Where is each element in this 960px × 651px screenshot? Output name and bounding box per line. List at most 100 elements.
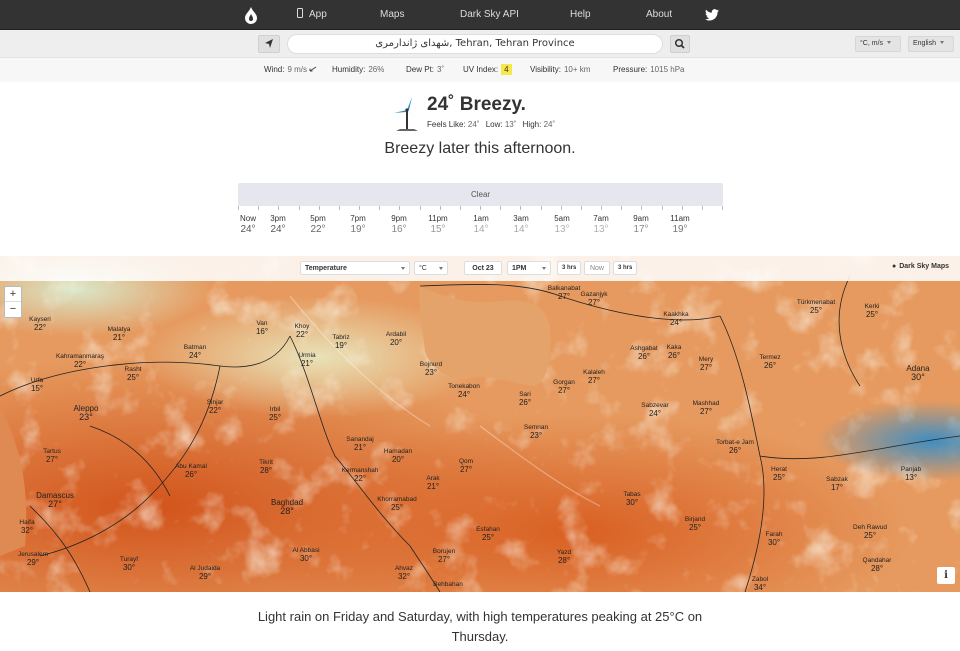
nav-app[interactable]: App [297, 0, 327, 30]
map-city-label: Tonekabon 24° [448, 383, 480, 399]
stat-wind: Wind: 9 m/s [264, 58, 317, 82]
city-temp: 16° [255, 327, 269, 336]
city-temp: 27° [699, 407, 713, 416]
timeline-tick [339, 206, 340, 210]
map-city-label: Behbahan [433, 581, 463, 589]
hour-temp: 13° [554, 224, 570, 235]
map-city-label: Tikrit 28° [259, 459, 273, 475]
map-city-label: Irbil 25° [269, 406, 281, 422]
map-city-label: Ashgabat 26° [630, 345, 657, 361]
wind-turbine-icon [394, 97, 418, 131]
hour-label: 1am [473, 214, 489, 223]
search-bar: شهدای ژاندارمری, Tehran, Tehran Province… [0, 30, 960, 58]
timeline-tick [258, 206, 259, 210]
search-button[interactable] [670, 35, 690, 53]
stat-label: UV Index: [463, 65, 499, 74]
map-city-label: Malatya 21° [108, 326, 131, 342]
map-time-label: 1PM [512, 265, 527, 272]
map-city-label: Sabzak 17° [826, 476, 848, 492]
phone-icon [297, 8, 303, 18]
map-city-label: Sabzevar 24° [641, 402, 668, 418]
map-back-3hrs-button[interactable]: 3 hrs [557, 261, 581, 275]
stat-label: Dew Pt: [406, 65, 435, 74]
map-layer-select[interactable]: Temperature [300, 261, 410, 275]
nav-about[interactable]: About [646, 0, 672, 30]
chevron-down-icon [401, 267, 405, 270]
stat-value: 3˚ [437, 65, 445, 74]
timeline-tick [299, 206, 300, 210]
map-city-label: Turayf 30° [120, 556, 138, 572]
temperature-map[interactable]: Temperature °C Oct 23 1PM 3 hrs Now 3 hr… [0, 256, 960, 592]
uv-badge: 4 [501, 64, 512, 75]
map-unit-label: °C [419, 265, 427, 272]
map-time-select[interactable]: 1PM [507, 261, 551, 275]
timeline-tick [682, 206, 683, 210]
current-location-button[interactable] [258, 35, 280, 53]
hour-label: Now [239, 214, 256, 223]
stat-humidity: Humidity: 26% [332, 58, 384, 82]
dark-sky-logo-icon[interactable] [244, 6, 258, 24]
stat-label: Wind: [264, 65, 285, 74]
map-info-button[interactable]: i [937, 567, 955, 584]
stat-pressure: Pressure: 1015 hPa [613, 58, 685, 82]
nav-dark-sky-api[interactable]: Dark Sky API [460, 0, 519, 30]
hour-label: 11pm [428, 214, 448, 223]
map-city-label: Arak 21° [426, 475, 439, 491]
city-temp: 19° [334, 341, 348, 350]
map-city-label: Gorgan 27° [553, 379, 575, 395]
map-date-select[interactable]: Oct 23 [464, 261, 502, 275]
dark-sky-maps-link[interactable]: ● Dark Sky Maps [892, 263, 949, 270]
low-value: 13˚ [504, 120, 517, 129]
city-temp: 25° [481, 533, 495, 542]
city-temp: 29° [198, 572, 212, 581]
city-temp: 28° [870, 564, 884, 573]
map-city-label: Sari 26° [519, 391, 531, 407]
city-temp: 26° [637, 352, 651, 361]
hour-forecast: 5am 13° [548, 214, 576, 235]
hour-forecast: 1am 14° [467, 214, 495, 235]
zoom-out-button[interactable]: − [5, 302, 21, 317]
twitter-icon[interactable] [705, 8, 719, 22]
timeline-tick [460, 206, 461, 210]
map-city-label: Yazd 28° [557, 549, 571, 565]
city-temp: 21° [353, 443, 367, 452]
city-name: Behbahan [433, 581, 463, 588]
zoom-in-button[interactable]: + [5, 287, 21, 302]
city-temp: 22° [295, 330, 309, 339]
map-city-label: Deh Rawud 25° [853, 524, 887, 540]
timeline-ticks [238, 206, 723, 212]
location-search-input[interactable]: شهدای ژاندارمری, Tehran, Tehran Province [287, 34, 663, 54]
map-city-label: Ardabil 20° [386, 331, 406, 347]
city-temp: 27° [587, 376, 601, 385]
map-city-label: Bojnurd 23° [420, 361, 442, 377]
map-now-button[interactable]: Now [584, 261, 610, 275]
hourly-timeline-bar[interactable]: Clear [238, 183, 723, 206]
hourly-temps: Now 24° 3pm 24° 5pm 22° 7pm 19° 9pm 16° 11pm 15° 1am… [0, 214, 960, 244]
map-city-label: Qandahar 28° [863, 557, 892, 573]
language-select[interactable]: English [908, 36, 954, 52]
nav-help[interactable]: Help [570, 0, 591, 30]
nav-maps[interactable]: Maps [380, 0, 404, 30]
map-city-label: Khorramabad 25° [377, 496, 416, 512]
timeline-tick [601, 206, 602, 210]
high-value: 24˚ [543, 120, 556, 129]
city-temp: 17° [830, 483, 844, 492]
map-city-label: Kerki 25° [865, 303, 880, 319]
map-forward-3hrs-button[interactable]: 3 hrs [613, 261, 637, 275]
city-temp: 26° [518, 398, 532, 407]
map-city-label: Balkanabat 27° [548, 285, 581, 301]
city-temp: 20° [389, 338, 403, 347]
stat-visibility: Visibility: 10+ km [530, 58, 590, 82]
timeline-tick [702, 206, 703, 210]
timeline-tick [621, 206, 622, 210]
feels-like-row: Feels Like: 24˚ Low: 13˚ High: 24˚ [427, 120, 559, 129]
units-select[interactable]: °C, m/s [855, 36, 901, 52]
map-city-label: Ahvaz 32° [395, 565, 413, 581]
map-city-label: Esfahan 25° [476, 526, 500, 542]
city-temp: 23° [424, 368, 438, 377]
city-temp: 23° [529, 431, 543, 440]
feels-like-value: 24˚ [467, 120, 480, 129]
hour-temp: 16° [391, 224, 407, 235]
map-city-label: Mery 27° [699, 356, 713, 372]
map-unit-select[interactable]: °C [414, 261, 448, 275]
